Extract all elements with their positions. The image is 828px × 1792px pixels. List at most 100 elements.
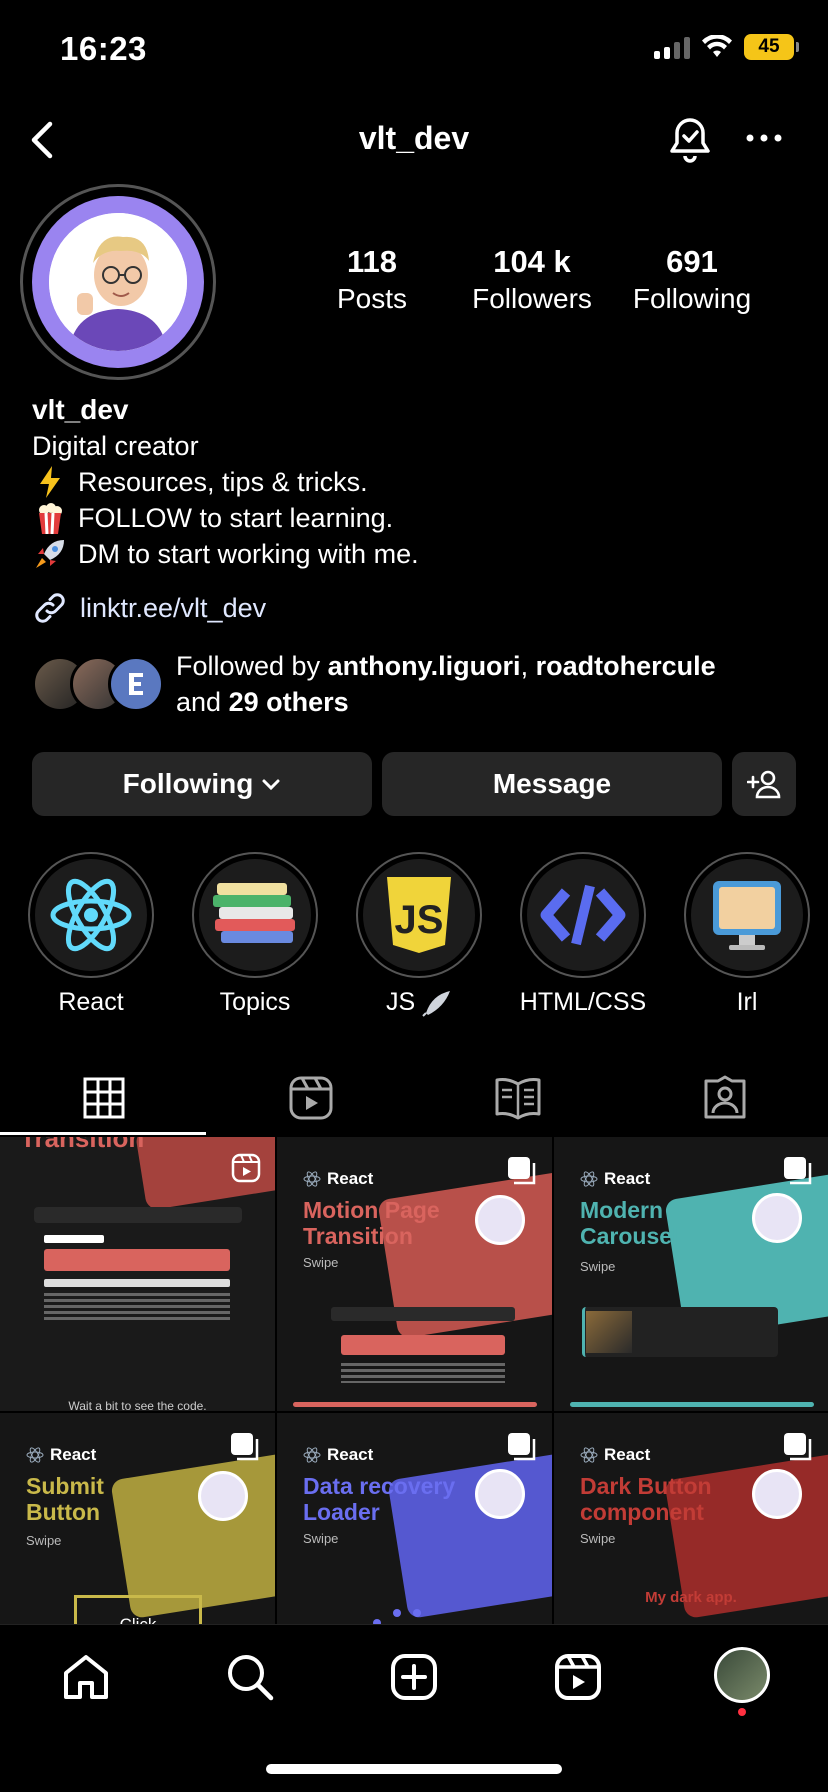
- avatar: [198, 1471, 248, 1521]
- profile-avatar[interactable]: [20, 184, 216, 380]
- followed-sep: ,: [520, 651, 536, 681]
- clock: 16:23: [60, 30, 147, 67]
- profile-tabs: [0, 1062, 828, 1134]
- profile-tab-avatar[interactable]: [714, 1647, 770, 1703]
- post-tag-label: React: [604, 1445, 651, 1464]
- post-title: Data recovery Loader: [303, 1473, 456, 1525]
- following-label: Following: [632, 283, 752, 314]
- highlight-ring: [520, 852, 646, 978]
- mock-navbar: [331, 1307, 515, 1321]
- post-tile[interactable]: Transition Wait a bit to see the code.: [0, 1137, 275, 1411]
- post-tag: React: [26, 1445, 96, 1465]
- highlight-label: HTML/CSS: [519, 988, 647, 1016]
- quill-icon: [422, 991, 451, 1018]
- highlight-topics[interactable]: Topics: [190, 852, 320, 1017]
- tab-tagged[interactable]: [621, 1062, 828, 1134]
- suggest-people-button[interactable]: [732, 752, 796, 816]
- bio-line: Resources, tips & tricks.: [32, 464, 419, 500]
- lightning-icon: [32, 466, 68, 498]
- link-text[interactable]: linktr.ee/vlt_dev: [80, 593, 266, 624]
- carousel-badge-icon: [508, 1157, 536, 1185]
- bio-line-text: FOLLOW to start learning.: [78, 503, 394, 533]
- profile-bio: vlt_dev Digital creator Resources, tips …: [32, 392, 419, 572]
- mock-bar: [341, 1335, 505, 1355]
- following-button-label: Following: [122, 768, 254, 799]
- react-icon: [580, 1171, 598, 1187]
- tab-reels[interactable]: [207, 1062, 414, 1134]
- message-button-label: Message: [492, 768, 612, 799]
- mutual-user-2: roadtohercule: [535, 651, 716, 681]
- posts-label: Posts: [336, 283, 408, 314]
- loader-dot: [413, 1609, 421, 1617]
- guide-icon: [495, 1078, 540, 1120]
- profile-link[interactable]: linktr.ee/vlt_dev: [32, 590, 266, 626]
- status-bar: 16:23 45: [0, 0, 828, 100]
- loader-dot: [393, 1609, 401, 1617]
- followers-count[interactable]: 104 k Followers: [452, 244, 612, 318]
- carousel-badge-icon: [784, 1433, 812, 1461]
- post-title: Submit Button: [26, 1473, 104, 1525]
- bio-line-text: Resources, tips & tricks.: [78, 467, 368, 497]
- highlight-label-text: JS: [385, 988, 423, 1016]
- post-title: Transition: [20, 1137, 145, 1153]
- following-button[interactable]: Following: [32, 752, 372, 816]
- wifi-icon: [702, 35, 732, 57]
- grid-icon: [83, 1077, 124, 1119]
- computer-icon: [691, 859, 803, 971]
- highlight-ring: [192, 852, 318, 978]
- following-number: 691: [666, 244, 718, 279]
- rocket-icon: [32, 538, 68, 570]
- books-icon: [199, 859, 311, 971]
- add-person-icon: [747, 770, 781, 799]
- home-icon[interactable]: [60, 1651, 112, 1703]
- posts-grid: Transition Wait a bit to see the code. R…: [0, 1137, 828, 1687]
- status-icons: 45: [654, 34, 799, 60]
- post-title: Motion Page Transition: [303, 1197, 440, 1249]
- more-options-icon[interactable]: [744, 130, 784, 146]
- reels-icon[interactable]: [552, 1651, 604, 1703]
- message-button[interactable]: Message: [382, 752, 722, 816]
- followed-by[interactable]: Followed by anthony.liguori, roadtohercu…: [32, 648, 776, 720]
- create-post-icon[interactable]: [388, 1651, 440, 1703]
- mock-heading: [44, 1235, 104, 1243]
- active-tab-indicator: [0, 1132, 206, 1135]
- followed-prefix: Followed by: [176, 651, 328, 681]
- notification-bell-icon[interactable]: [666, 114, 714, 166]
- bio-line: DM to start working with me.: [32, 536, 419, 572]
- highlight-label: JS: [354, 988, 484, 1018]
- post-tile[interactable]: React Motion Page Transition Swipe: [277, 1137, 552, 1411]
- post-swipe: Swipe: [580, 1259, 616, 1274]
- link-icon: [35, 593, 65, 623]
- avatar: [475, 1195, 525, 1245]
- mutual-others: 29 others: [228, 687, 349, 717]
- profile-name: vlt_dev: [32, 394, 129, 425]
- reel-badge-icon: [231, 1153, 261, 1183]
- progress-bar: [293, 1402, 537, 1407]
- highlight-ring: JS: [356, 852, 482, 978]
- tab-guides[interactable]: [414, 1062, 621, 1134]
- post-caption: My dark app.: [645, 1589, 737, 1606]
- highlight-html-css[interactable]: HTML/CSS: [518, 852, 648, 1017]
- home-indicator[interactable]: [266, 1764, 562, 1774]
- post-tag: React: [303, 1445, 373, 1465]
- reels-icon: [289, 1076, 332, 1120]
- following-count[interactable]: 691 Following: [612, 244, 772, 318]
- react-icon: [303, 1447, 321, 1463]
- highlight-js[interactable]: JS JS: [354, 852, 484, 1018]
- posts-count[interactable]: 118 Posts: [292, 244, 452, 318]
- highlight-react[interactable]: React: [26, 852, 156, 1017]
- mutual-user-1: anthony.liguori: [327, 651, 521, 681]
- tab-posts-grid[interactable]: [0, 1062, 207, 1134]
- search-icon[interactable]: [224, 1651, 276, 1703]
- mock-text: [44, 1279, 230, 1287]
- profile-header: vlt_dev: [0, 110, 828, 170]
- highlight-irl[interactable]: Irl: [682, 852, 812, 1017]
- mock-navbar: [34, 1207, 242, 1223]
- post-tag-label: React: [327, 1169, 374, 1188]
- post-tile[interactable]: React Modern Carousel Swipe: [554, 1137, 828, 1411]
- popcorn-icon: [32, 502, 68, 534]
- post-swipe: Swipe: [26, 1533, 62, 1548]
- signal-icon: [654, 35, 690, 59]
- post-caption: Wait a bit to see the code.: [68, 1399, 207, 1411]
- post-title: Modern Carousel: [580, 1197, 679, 1249]
